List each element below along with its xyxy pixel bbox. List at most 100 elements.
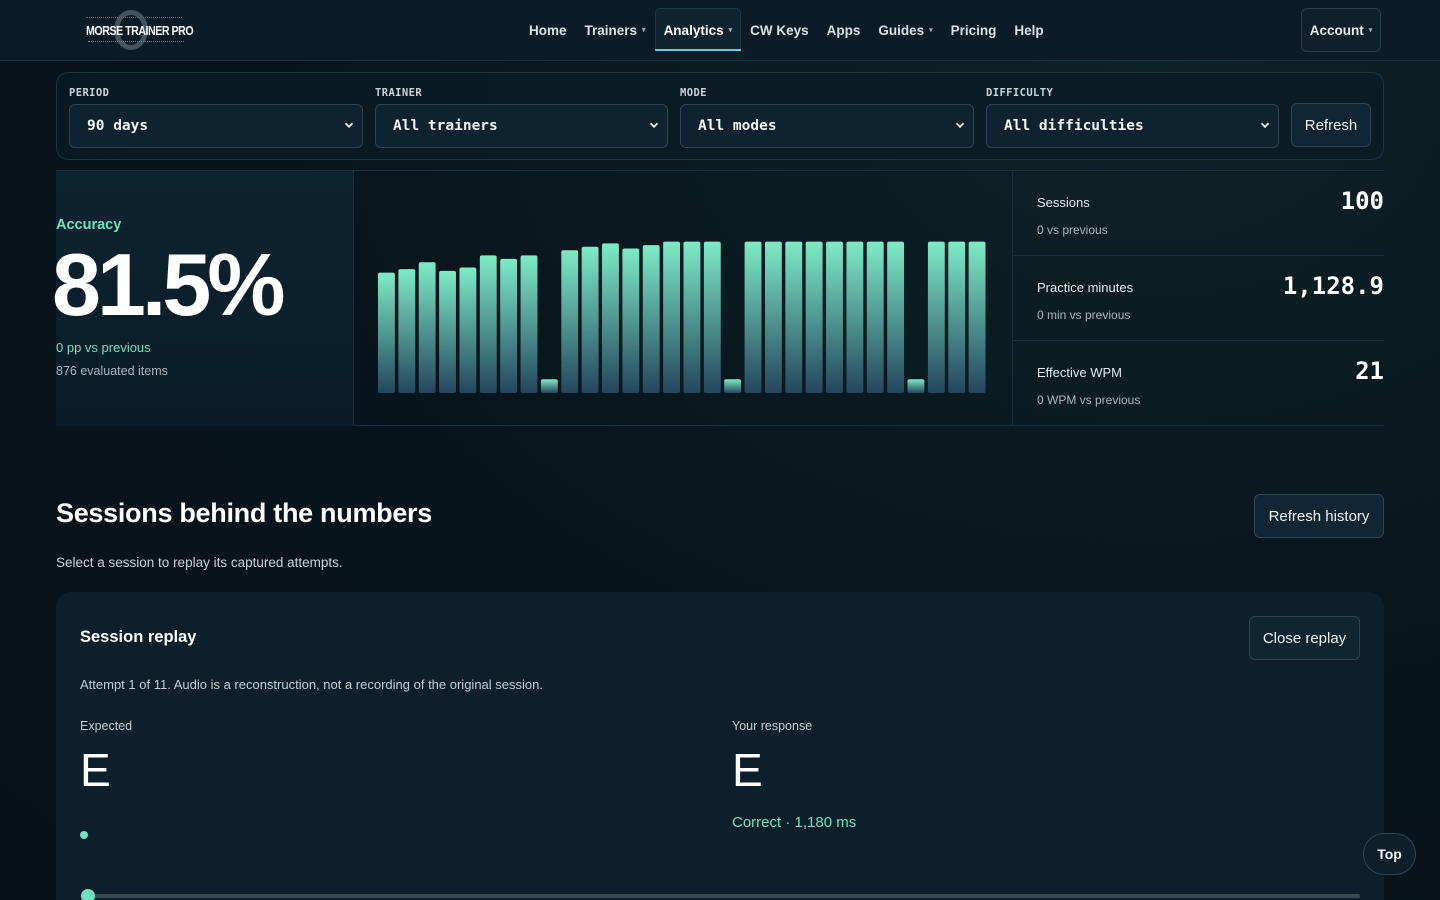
chart-bar[interactable]	[683, 241, 701, 393]
nav-apps[interactable]: Apps	[818, 0, 870, 60]
chevron-down-icon	[1260, 122, 1270, 129]
back-to-top-button[interactable]: Top	[1363, 833, 1416, 875]
logo-text: MORSE TRAINER PRO	[86, 23, 194, 38]
trainer-select[interactable]: All trainers	[375, 104, 668, 148]
chart-bar[interactable]	[724, 379, 742, 393]
chart-bar[interactable]	[602, 243, 619, 393]
accuracy-chart	[354, 171, 1013, 426]
logo-tagline-top	[86, 17, 182, 19]
chevron-down-icon	[955, 122, 965, 129]
chart-bar[interactable]	[642, 245, 660, 393]
chart-bar[interactable]	[520, 255, 538, 393]
period-label: PERIOD	[69, 87, 110, 99]
chart-bar[interactable]	[663, 241, 680, 393]
nav-pricing-label: Pricing	[950, 22, 997, 38]
nav-guides-label: Guides	[878, 22, 925, 38]
stats-overview: Accuracy 81.5% 0 pp vs previous 876 eval…	[52, 170, 1384, 426]
kpi-sessions-label: Sessions	[1037, 195, 1090, 210]
chart-bar[interactable]	[866, 241, 884, 393]
kpi-effective-wpm-label: Effective WPM	[1037, 365, 1123, 380]
mode-value: All modes	[698, 118, 777, 134]
nav-help-label: Help	[1014, 22, 1044, 38]
chevron-down-icon: ▾	[728, 27, 733, 34]
trainer-value: All trainers	[393, 118, 498, 134]
chart-bar[interactable]	[459, 267, 477, 393]
chart-bar[interactable]	[805, 241, 823, 393]
period-select[interactable]: 90 days	[69, 104, 363, 148]
nav-help[interactable]: Help	[1005, 0, 1052, 60]
logo[interactable]: MORSE TRAINER PRO	[84, 10, 194, 50]
nav-guides[interactable]: Guides ▾	[869, 0, 941, 60]
kpi-effective-wpm: Effective WPM 0 WPM vs previous 21	[1013, 341, 1384, 426]
kpi-practice-minutes: Practice minutes 0 min vs previous 1,128…	[1013, 256, 1384, 341]
nav-home[interactable]: Home	[520, 0, 576, 60]
chart-bar[interactable]	[378, 272, 395, 393]
chevron-down-icon	[649, 122, 659, 129]
chart-bar[interactable]	[785, 241, 803, 393]
difficulty-select[interactable]: All difficulties	[986, 104, 1279, 148]
expected-character: E	[80, 744, 111, 796]
kpi-list: Sessions 0 vs previous 100 Practice minu…	[1013, 171, 1384, 426]
refresh-history-button[interactable]: Refresh history	[1254, 494, 1384, 538]
chart-bar[interactable]	[764, 241, 782, 393]
chart-bar[interactable]	[744, 241, 762, 393]
chart-bar[interactable]	[479, 255, 497, 393]
chart-bar[interactable]	[907, 379, 925, 393]
chart-bar[interactable]	[927, 241, 945, 393]
account-label: Account	[1309, 22, 1364, 38]
response-result: Correct · 1,180 ms	[732, 814, 857, 831]
account-menu-button[interactable]: Account ▾	[1301, 8, 1381, 52]
chart-bar[interactable]	[540, 379, 558, 393]
close-replay-button[interactable]: Close replay	[1249, 616, 1360, 660]
replay-title: Session replay	[80, 628, 197, 646]
chart-bar[interactable]	[948, 241, 966, 393]
chart-bar[interactable]	[581, 246, 599, 393]
session-replay-panel: Session replay Close replay Attempt 1 of…	[56, 592, 1384, 900]
chart-bar[interactable]	[439, 270, 456, 393]
nav-trainers[interactable]: Trainers ▾	[576, 0, 655, 60]
nav-analytics[interactable]: Analytics ▾	[654, 0, 742, 60]
expected-label: Expected	[80, 719, 133, 733]
nav-cw-keys[interactable]: CW Keys	[741, 0, 818, 60]
chart-bar[interactable]	[846, 241, 864, 393]
trainer-label: TRAINER	[375, 87, 423, 99]
chart-bar[interactable]	[826, 241, 843, 393]
chart-bar[interactable]	[887, 241, 905, 393]
analytics-filters: PERIOD 90 days TRAINER All trainers MODE…	[56, 72, 1384, 160]
chart-bar[interactable]	[622, 248, 640, 393]
replay-progress-track[interactable]	[84, 894, 1360, 898]
nav-trainers-label: Trainers	[584, 22, 638, 38]
accuracy-value: 81.5%	[52, 235, 286, 334]
accuracy-items: 876 evaluated items	[56, 364, 168, 378]
chart-bar[interactable]	[968, 241, 986, 393]
kpi-sessions-value: 100	[1340, 187, 1384, 215]
nav-pricing[interactable]: Pricing	[942, 0, 1006, 60]
main-nav: Home Trainers ▾ Analytics ▾ CW Keys Apps…	[520, 0, 1053, 60]
replay-progress-handle[interactable]	[81, 889, 95, 900]
accuracy-delta: 0 pp vs previous	[56, 340, 151, 355]
mode-select[interactable]: All modes	[680, 104, 974, 148]
chevron-down-icon: ▾	[642, 27, 646, 34]
kpi-practice-minutes-label: Practice minutes	[1037, 280, 1134, 295]
chart-bar[interactable]	[418, 262, 436, 393]
accuracy-panel: Accuracy 81.5% 0 pp vs previous 876 eval…	[52, 171, 354, 426]
period-filter: PERIOD 90 days	[69, 85, 363, 149]
trainer-filter: TRAINER All trainers	[375, 85, 668, 149]
chart-bar[interactable]	[561, 250, 579, 393]
chart-bar[interactable]	[398, 269, 416, 393]
top-navigation-bar: MORSE TRAINER PRO Home Trainers ▾ Analyt…	[0, 0, 1440, 61]
chart-bar[interactable]	[703, 241, 721, 393]
difficulty-filter: DIFFICULTY All difficulties	[986, 85, 1279, 149]
chart-bar[interactable]	[500, 258, 518, 393]
kpi-effective-wpm-delta: 0 WPM vs previous	[1037, 393, 1141, 407]
response-label: Your response	[732, 719, 813, 733]
kpi-effective-wpm-value: 21	[1355, 357, 1384, 385]
nav-apps-label: Apps	[826, 22, 861, 38]
sessions-subtitle: Select a session to replay its captured …	[56, 555, 343, 570]
chevron-down-icon	[344, 122, 354, 129]
chevron-down-icon: ▾	[1368, 27, 1373, 34]
refresh-button[interactable]: Refresh	[1291, 103, 1371, 147]
period-value: 90 days	[87, 118, 149, 134]
sessions-heading: Sessions behind the numbers	[56, 498, 432, 528]
logo-tagline-bottom	[88, 41, 184, 44]
